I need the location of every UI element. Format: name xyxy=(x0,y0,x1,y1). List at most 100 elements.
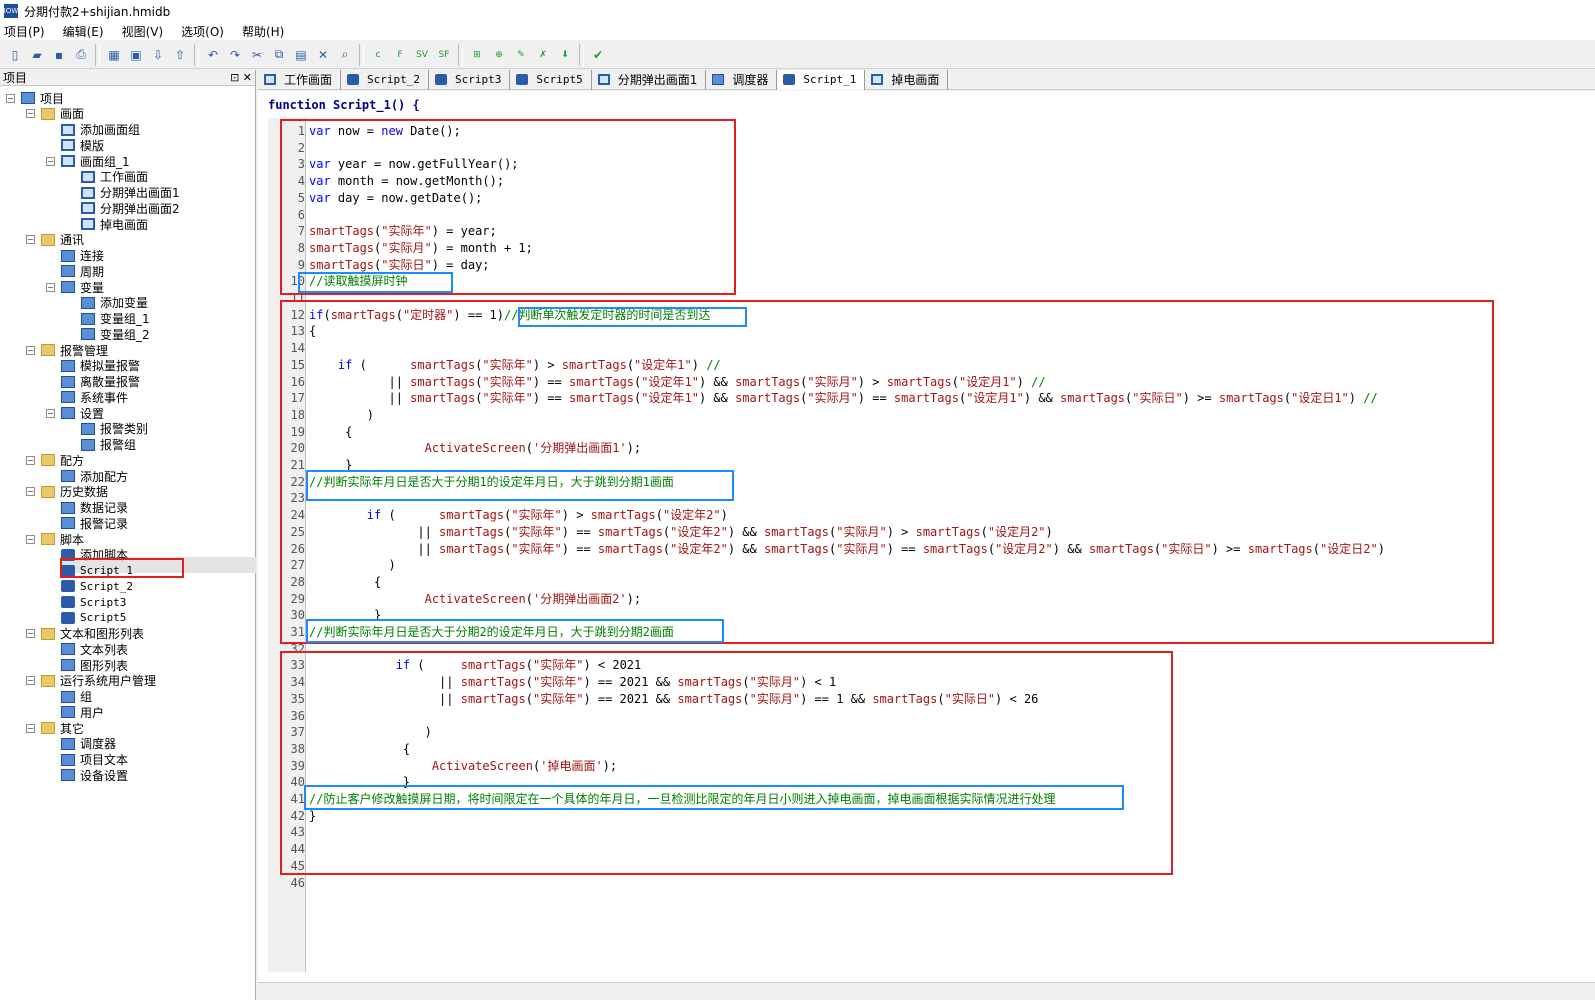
tree-item[interactable]: − 历史数据 xyxy=(26,484,108,500)
check-icon[interactable]: ✔ xyxy=(587,44,609,66)
sf-icon[interactable]: SF xyxy=(433,44,455,66)
tree-item[interactable]: 数据记录 xyxy=(46,500,128,516)
tree-item[interactable]: − 文本和图形列表 xyxy=(26,626,144,642)
menu-item-0[interactable]: 项目(P) xyxy=(4,23,45,40)
tree-item[interactable]: 模拟量报警 xyxy=(46,358,140,374)
tree-item[interactable]: − 脚本 xyxy=(26,531,84,547)
down-icon[interactable]: ⬇ xyxy=(554,44,576,66)
download-icon[interactable]: ⇩ xyxy=(147,44,169,66)
tree-item[interactable]: − 画面组_1 xyxy=(46,153,130,169)
tree-item[interactable]: 分期弹出画面1 xyxy=(66,185,180,201)
tree-item[interactable]: − 通讯 xyxy=(26,232,84,248)
collapse-icon[interactable]: − xyxy=(46,282,55,292)
tree-item[interactable]: 系统事件 xyxy=(46,389,128,405)
collapse-icon[interactable]: − xyxy=(26,676,35,686)
screen-icon[interactable]: ▣ xyxy=(125,44,147,66)
tree-item-label: 配方 xyxy=(60,453,85,468)
copy-icon[interactable]: ⧉ xyxy=(268,44,290,66)
open-icon[interactable]: ▰ xyxy=(26,44,48,66)
tree-item[interactable]: 用户 xyxy=(46,704,104,720)
tree-item[interactable]: 添加配方 xyxy=(46,468,128,484)
editor-tab[interactable]: Script_2 xyxy=(341,69,429,90)
f-icon[interactable]: F xyxy=(389,44,411,66)
editor-tab[interactable]: 工作画面 xyxy=(258,69,342,90)
tree-item[interactable]: 文本列表 xyxy=(46,641,128,657)
menu-item-2[interactable]: 视图(V) xyxy=(122,23,164,40)
collapse-icon[interactable]: − xyxy=(26,345,35,355)
screen-icon xyxy=(61,155,75,167)
collapse-icon[interactable]: − xyxy=(26,629,35,638)
new-icon[interactable]: ▯ xyxy=(4,44,26,66)
editor-tab[interactable]: Script3 xyxy=(429,69,511,90)
remove-icon[interactable]: ✗ xyxy=(532,44,554,66)
collapse-icon[interactable]: − xyxy=(26,723,35,733)
tree-item[interactable]: − 报警管理 xyxy=(26,342,108,358)
tree-item[interactable]: − 项目 xyxy=(6,90,64,106)
tree-item[interactable]: Script3 xyxy=(46,594,126,610)
editor-tab[interactable]: Script_1 xyxy=(777,69,866,90)
collapse-icon[interactable]: − xyxy=(26,235,35,245)
editor-tab[interactable]: 分期弹出画面1 xyxy=(592,69,707,90)
tree-item[interactable]: 组 xyxy=(46,689,92,705)
screen-icon xyxy=(81,170,95,183)
sv-icon[interactable]: SV xyxy=(411,44,433,66)
tree-item[interactable]: 报警组 xyxy=(66,437,136,453)
add-icon[interactable]: ⊕ xyxy=(488,44,510,66)
collapse-icon[interactable]: − xyxy=(26,534,35,544)
generic-icon xyxy=(61,769,75,782)
tree-item[interactable]: 报警记录 xyxy=(46,515,128,531)
collapse-icon[interactable]: − xyxy=(46,408,55,418)
tree-item[interactable]: 项目文本 xyxy=(46,752,128,768)
grid-icon[interactable]: ▦ xyxy=(103,44,125,66)
tree-item[interactable]: 添加画面组 xyxy=(46,122,140,138)
script-editor[interactable]: function Script_1() { 1 2 3 4 5 6 7 8 9 10 11 12 13 1… xyxy=(258,91,1595,1000)
redo-icon[interactable]: ↷ xyxy=(224,44,246,66)
save-icon[interactable]: ▪ xyxy=(48,44,70,66)
tree-item[interactable]: 连接 xyxy=(46,248,104,264)
upload-icon[interactable]: ⇧ xyxy=(169,44,191,66)
collapse-icon[interactable]: − xyxy=(46,156,55,166)
cut-icon[interactable]: ✂ xyxy=(246,44,268,66)
tree-item[interactable]: 调度器 xyxy=(46,736,116,752)
tree-item[interactable]: Script5 xyxy=(46,610,126,626)
tree-item[interactable]: 图形列表 xyxy=(46,657,128,673)
collapse-icon[interactable]: − xyxy=(26,109,35,119)
undo-icon[interactable]: ↶ xyxy=(202,44,224,66)
menu-item-4[interactable]: 帮助(H) xyxy=(242,23,284,40)
tree-item[interactable]: 分期弹出画面2 xyxy=(66,200,180,216)
tree-item[interactable]: − 其它 xyxy=(26,720,84,736)
menu-item-3[interactable]: 选项(O) xyxy=(181,23,224,40)
tree-item[interactable]: 模版 xyxy=(46,137,104,153)
tree-item[interactable]: 设备设置 xyxy=(46,767,128,783)
tree-item[interactable]: − 配方 xyxy=(26,452,84,468)
menu-item-1[interactable]: 编辑(E) xyxy=(63,23,104,40)
collapse-icon[interactable]: − xyxy=(6,93,15,103)
tree-item[interactable]: 添加变量 xyxy=(66,295,148,311)
tree-item[interactable]: − 变量 xyxy=(46,279,104,295)
editor-tab[interactable]: 调度器 xyxy=(706,69,778,90)
paste-icon[interactable]: ▤ xyxy=(290,44,312,66)
edit-icon[interactable]: ✎ xyxy=(510,44,532,66)
collapse-icon[interactable]: − xyxy=(26,455,35,465)
tree-item[interactable]: − 设置 xyxy=(46,405,104,421)
tree-item[interactable]: 离散量报警 xyxy=(46,374,140,390)
tree-item[interactable]: 掉电画面 xyxy=(66,216,148,232)
tree-item[interactable]: Script_2 xyxy=(46,578,133,594)
collapse-icon[interactable]: − xyxy=(26,487,35,497)
c-icon[interactable]: c xyxy=(367,44,389,66)
delete-icon[interactable]: ✕ xyxy=(312,44,334,66)
tree-item[interactable]: 变量组_1 xyxy=(66,311,150,327)
find-icon[interactable]: ⌕ xyxy=(334,44,356,66)
tree-item[interactable]: 周期 xyxy=(46,263,104,279)
tree-item[interactable]: 变量组_2 xyxy=(66,326,150,342)
panel-pin-close-icons[interactable]: ⊡ ✕ xyxy=(230,71,252,84)
print-icon[interactable]: ⎙ xyxy=(70,44,92,66)
insert-icon[interactable]: ⊞ xyxy=(466,44,488,66)
editor-tab[interactable]: Script5 xyxy=(510,69,592,90)
tree-item[interactable]: 工作画面 xyxy=(66,169,148,185)
tree-item[interactable]: − 运行系统用户管理 xyxy=(26,673,156,689)
horizontal-scrollbar[interactable] xyxy=(258,982,1595,1000)
tree-item[interactable]: − 画面 xyxy=(26,106,84,122)
tree-item[interactable]: 报警类别 xyxy=(66,421,148,437)
editor-tab[interactable]: 掉电画面 xyxy=(865,69,949,90)
